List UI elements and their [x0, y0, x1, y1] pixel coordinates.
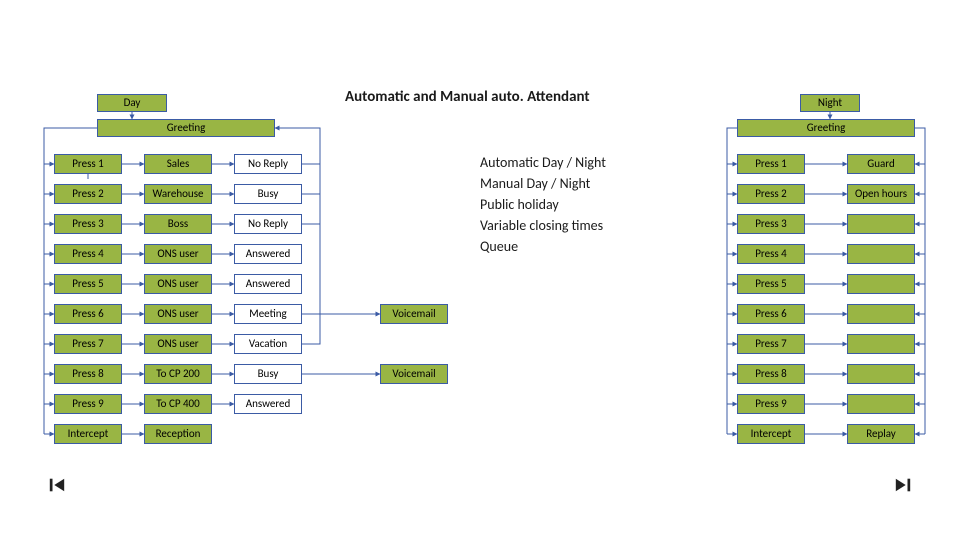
- night-dest-9: [847, 394, 915, 414]
- prev-slide-icon[interactable]: [48, 476, 66, 494]
- day-press-2: Press 2: [54, 184, 122, 204]
- day-dest-5: ONS user: [144, 274, 212, 294]
- night-press-intercept: Intercept: [737, 424, 805, 444]
- day-dest-2: Warehouse: [144, 184, 212, 204]
- day-press-6: Press 6: [54, 304, 122, 324]
- center-line-1: Automatic Day / Night: [480, 152, 606, 173]
- day-dest-3: Boss: [144, 214, 212, 234]
- night-dest-7: [847, 334, 915, 354]
- day-dest-7: ONS user: [144, 334, 212, 354]
- center-note: Automatic Day / Night Manual Day / Night…: [480, 152, 606, 257]
- night-press-9: Press 9: [737, 394, 805, 414]
- night-dest-4: [847, 244, 915, 264]
- center-line-3: Public holiday: [480, 194, 606, 215]
- day-status-8: Busy: [234, 364, 302, 384]
- connector-lines: [0, 0, 960, 540]
- night-press-2: Press 2: [737, 184, 805, 204]
- night-dest-5: [847, 274, 915, 294]
- day-dest-4: ONS user: [144, 244, 212, 264]
- day-greeting: Greeting: [97, 119, 275, 137]
- day-dest-6: ONS user: [144, 304, 212, 324]
- day-press-7: Press 7: [54, 334, 122, 354]
- day-press-5: Press 5: [54, 274, 122, 294]
- night-press-7: Press 7: [737, 334, 805, 354]
- night-greeting: Greeting: [737, 119, 915, 137]
- day-status-3: No Reply: [234, 214, 302, 234]
- night-dest-1: Guard: [847, 154, 915, 174]
- day-dest-1: Sales: [144, 154, 212, 174]
- day-voicemail-6: Voicemail: [380, 304, 448, 324]
- day-voicemail-8: Voicemail: [380, 364, 448, 384]
- day-status-7: Vacation: [234, 334, 302, 354]
- next-slide-icon[interactable]: [894, 476, 912, 494]
- day-status-6: Meeting: [234, 304, 302, 324]
- night-press-1: Press 1: [737, 154, 805, 174]
- center-line-5: Queue: [480, 236, 606, 257]
- day-dest-intercept: Reception: [144, 424, 212, 444]
- day-status-1: No Reply: [234, 154, 302, 174]
- night-dest-2: Open hours: [847, 184, 915, 204]
- day-status-5: Answered: [234, 274, 302, 294]
- diagram-title: Automatic and Manual auto. Attendant: [345, 88, 590, 106]
- day-press-1: Press 1: [54, 154, 122, 174]
- day-header: Day: [97, 94, 167, 112]
- day-dest-8: To CP 200: [144, 364, 212, 384]
- night-press-5: Press 5: [737, 274, 805, 294]
- night-header: Night: [800, 94, 860, 112]
- night-press-8: Press 8: [737, 364, 805, 384]
- night-dest-8: [847, 364, 915, 384]
- night-press-6: Press 6: [737, 304, 805, 324]
- night-press-4: Press 4: [737, 244, 805, 264]
- day-press-8: Press 8: [54, 364, 122, 384]
- day-press-4: Press 4: [54, 244, 122, 264]
- night-press-3: Press 3: [737, 214, 805, 234]
- night-dest-6: [847, 304, 915, 324]
- day-press-3: Press 3: [54, 214, 122, 234]
- day-press-9: Press 9: [54, 394, 122, 414]
- day-status-4: Answered: [234, 244, 302, 264]
- night-dest-intercept: Replay: [847, 424, 915, 444]
- center-line-2: Manual Day / Night: [480, 173, 606, 194]
- center-line-4: Variable closing times: [480, 215, 606, 236]
- day-press-intercept: Intercept: [54, 424, 122, 444]
- day-status-2: Busy: [234, 184, 302, 204]
- day-status-9: Answered: [234, 394, 302, 414]
- day-dest-9: To CP 400: [144, 394, 212, 414]
- night-dest-3: [847, 214, 915, 234]
